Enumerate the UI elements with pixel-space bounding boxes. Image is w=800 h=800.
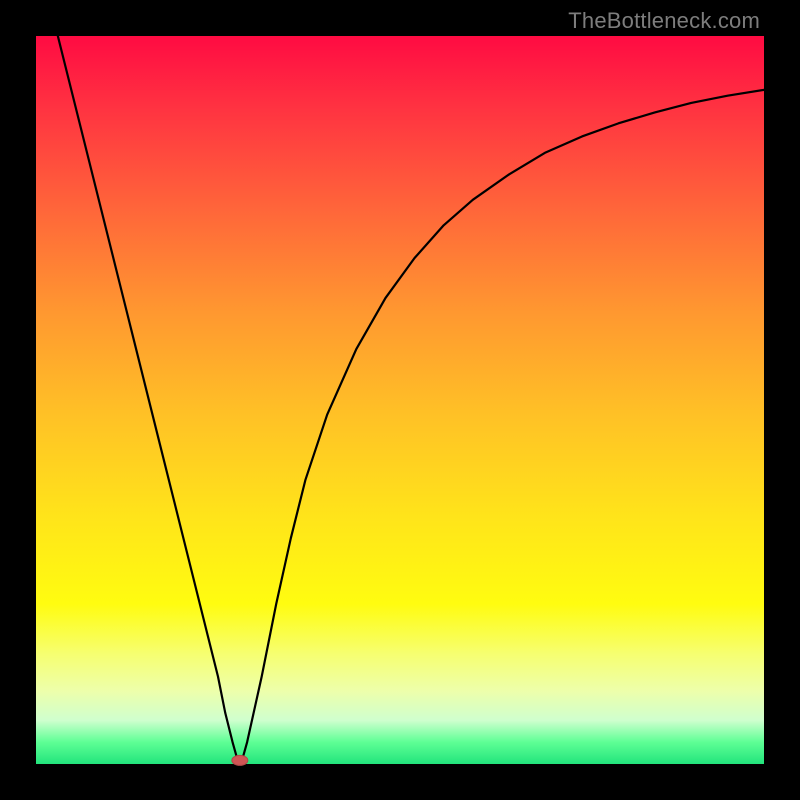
watermark-text: TheBottleneck.com — [568, 8, 760, 34]
min-marker — [232, 755, 248, 765]
chart-frame: TheBottleneck.com — [0, 0, 800, 800]
plot-area — [36, 36, 764, 764]
bottleneck-curve — [58, 36, 764, 760]
curve-layer — [36, 36, 764, 764]
